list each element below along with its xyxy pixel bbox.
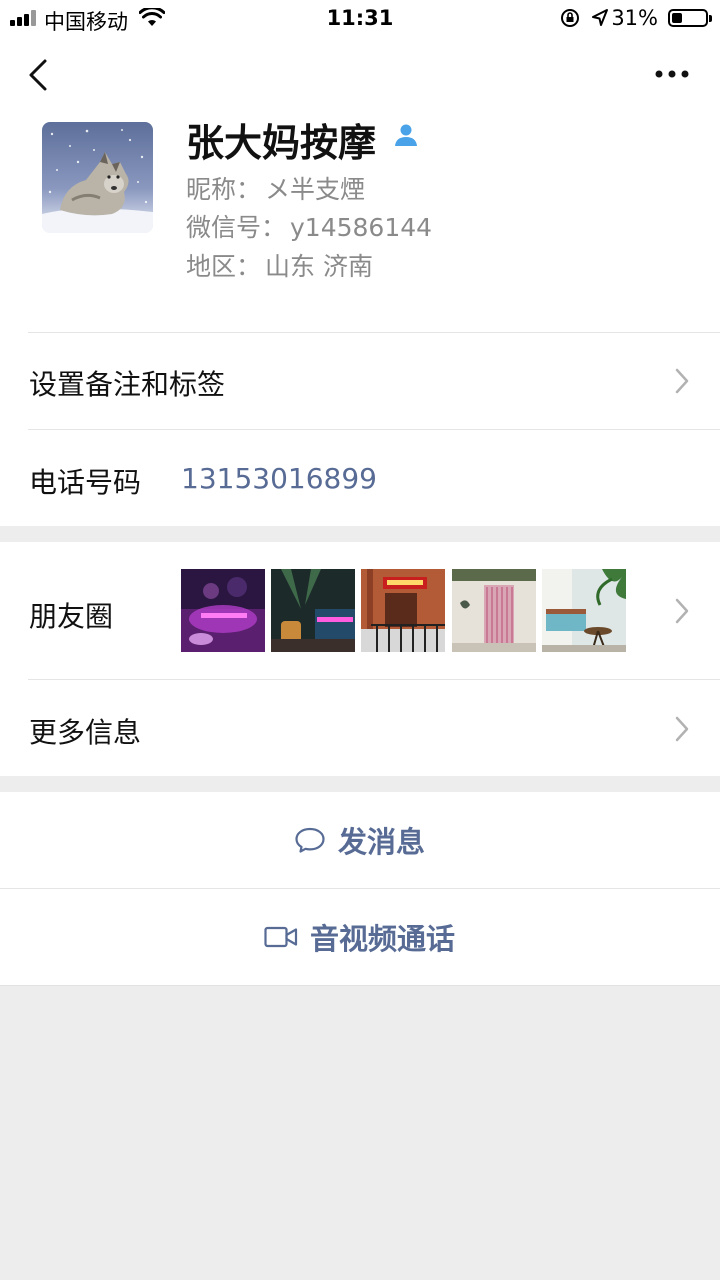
region-label: 地区：	[186, 252, 262, 281]
chevron-right-icon	[675, 716, 689, 742]
moments-photo-2	[271, 569, 355, 652]
moments-photo-1	[181, 569, 265, 652]
moments-label: 朋友圈	[29, 600, 114, 633]
moments-photo-3	[361, 569, 445, 652]
remarks-tags-label: 设置备注和标签	[29, 368, 226, 401]
more-info-label: 更多信息	[29, 716, 142, 749]
battery-icon	[668, 9, 712, 27]
nickname-label: 昵称：	[186, 175, 262, 204]
profile-header: 张大妈按摩 昵称： メ半支煙 微信号： y14586144 地区： 山东 济南	[0, 40, 720, 332]
video-call-button[interactable]: 音视频通话	[0, 889, 720, 985]
chevron-right-icon	[675, 368, 689, 394]
location-arrow-icon	[592, 9, 608, 26]
back-icon[interactable]	[26, 58, 50, 92]
region-line: 地区： 山东 济南	[186, 247, 373, 283]
send-message-button[interactable]: 发消息	[0, 792, 720, 888]
wechat-id-label: 微信号：	[186, 213, 287, 242]
avatar[interactable]	[42, 122, 153, 233]
phone-number-link[interactable]: 13153016899	[181, 462, 377, 495]
contact-person-icon	[395, 124, 417, 146]
wechat-id-line: 微信号： y14586144	[186, 208, 432, 244]
send-message-label: 发消息	[338, 825, 426, 859]
nickname-value: メ半支煙	[265, 175, 366, 204]
wechat-id-value: y14586144	[290, 213, 433, 242]
chat-bubble-icon	[295, 827, 325, 853]
contact-info-section: 设置备注和标签 电话号码 13153016899	[0, 332, 720, 526]
contact-name: 张大妈按摩	[186, 121, 377, 165]
chevron-right-icon	[675, 598, 689, 624]
more-options-icon[interactable]	[654, 68, 690, 80]
moments-photo-5	[542, 569, 626, 652]
phone-row[interactable]: 电话号码 13153016899	[0, 429, 720, 526]
phone-label: 电话号码	[29, 466, 142, 499]
remarks-tags-row[interactable]: 设置备注和标签	[0, 332, 720, 429]
battery-percentage: 31%	[611, 6, 658, 30]
more-info-row[interactable]: 更多信息	[0, 679, 720, 776]
actions-bottom-border	[0, 985, 720, 986]
video-call-label: 音视频通话	[310, 922, 456, 956]
nickname-line: 昵称： メ半支煙	[186, 170, 365, 206]
battery-level-fill	[672, 13, 682, 23]
region-value: 山东 济南	[265, 252, 373, 281]
orientation-lock-icon	[561, 9, 579, 27]
status-bar: 中国移动 11:31 31%	[0, 0, 720, 40]
video-camera-icon	[264, 926, 298, 948]
wolf-avatar-image	[42, 122, 153, 233]
moments-photo-4	[452, 569, 536, 652]
